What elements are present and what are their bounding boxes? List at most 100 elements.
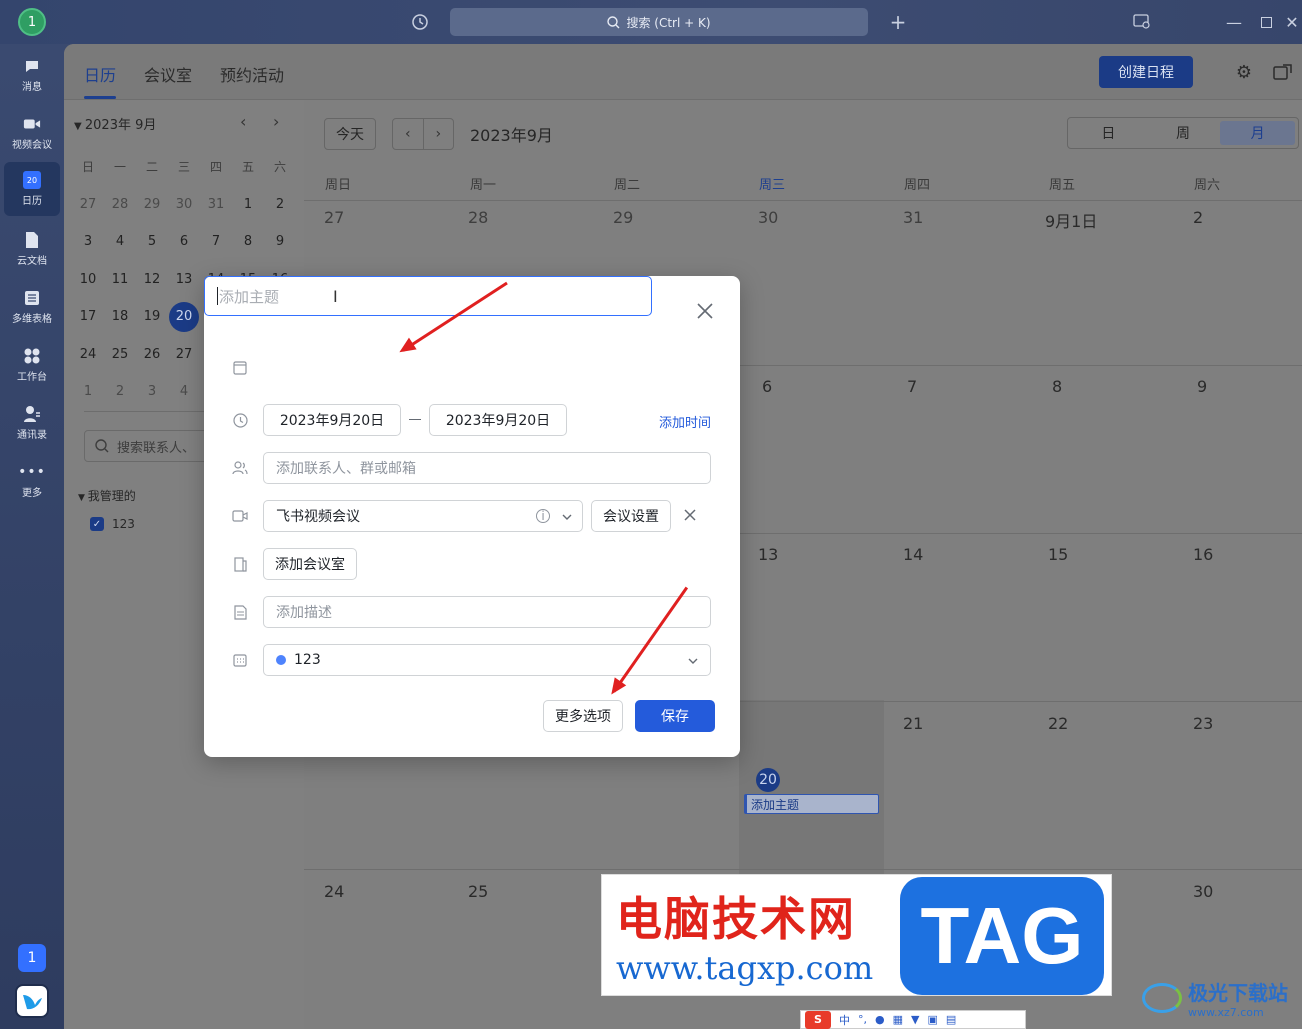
end-date-field[interactable]: 2023年9月20日 <box>429 404 567 436</box>
mini-day[interactable]: 1 <box>72 373 104 411</box>
create-event-button[interactable]: 创建日程 <box>1099 56 1193 88</box>
video-meeting-select[interactable]: 飞书视频会议 i <box>263 500 583 532</box>
day-number[interactable]: 27 <box>324 208 344 227</box>
mini-day[interactable]: 10 <box>72 261 104 299</box>
rail-item-docs[interactable]: 云文档 <box>4 222 60 276</box>
day-number[interactable]: 9 <box>1197 377 1207 396</box>
grid-icon[interactable]: ▤ <box>946 1013 956 1026</box>
info-icon[interactable]: i <box>536 509 550 523</box>
ime-mode[interactable]: 中 <box>839 1012 850 1028</box>
view-week[interactable]: 周 <box>1146 121 1221 145</box>
ime-logo-icon[interactable]: S <box>805 1010 831 1029</box>
gear-icon[interactable]: ⚙ <box>1232 60 1256 84</box>
rail-item-workplace[interactable]: 工作台 <box>4 338 60 392</box>
remove-meeting-icon[interactable] <box>682 507 698 523</box>
event-title-input[interactable]: 添加主题 I <box>204 276 652 316</box>
close-icon[interactable] <box>694 300 716 322</box>
day-number[interactable]: 7 <box>907 377 917 396</box>
mini-day[interactable]: 26 <box>136 336 168 374</box>
rail-item-calendar[interactable]: 20 日历 <box>4 162 60 216</box>
mini-day[interactable]: 30 <box>168 186 200 224</box>
more-options-button[interactable]: 更多选项 <box>543 700 623 732</box>
notification-badge[interactable]: 1 <box>18 944 46 972</box>
day-number[interactable]: 13 <box>758 545 778 564</box>
tools-icon[interactable]: ▣ <box>927 1013 937 1026</box>
add-room-button[interactable]: 添加会议室 <box>263 548 357 580</box>
mini-day[interactable]: 7 <box>200 223 232 261</box>
day-number[interactable]: 23 <box>1193 714 1213 733</box>
microphone-icon[interactable]: ● <box>875 1013 885 1026</box>
mini-day[interactable]: 4 <box>104 223 136 261</box>
rail-item-messages[interactable]: 消息 <box>4 48 60 102</box>
mini-day[interactable]: 8 <box>232 223 264 261</box>
mini-day[interactable]: 9 <box>264 223 296 261</box>
rail-item-more[interactable]: ••• 更多 <box>4 454 60 508</box>
skin-icon[interactable]: ▼ <box>911 1013 919 1026</box>
day-number[interactable]: 22 <box>1048 714 1068 733</box>
day-number[interactable]: 30 <box>1193 882 1213 901</box>
day-number[interactable]: 8 <box>1052 377 1062 396</box>
add-time-link[interactable]: 添加时间 <box>659 412 711 431</box>
mini-day[interactable]: 3 <box>72 223 104 261</box>
day-number[interactable]: 25 <box>468 882 488 901</box>
mini-day[interactable]: 1 <box>232 186 264 224</box>
tab-meeting-rooms[interactable]: 会议室 <box>144 62 192 86</box>
participants-input[interactable]: 添加联系人、群或邮箱 <box>263 452 711 484</box>
mini-day[interactable]: 19 <box>136 298 168 336</box>
next-icon[interactable]: › <box>424 119 454 149</box>
draft-event-chip[interactable]: 添加主题 <box>744 794 879 814</box>
today-button[interactable]: 今天 <box>324 118 376 150</box>
mini-day[interactable]: 2 <box>264 186 296 224</box>
mini-day[interactable]: 17 <box>72 298 104 336</box>
mini-day[interactable]: 6 <box>168 223 200 261</box>
mini-day[interactable]: 3 <box>136 373 168 411</box>
external-window-icon[interactable] <box>1271 60 1295 84</box>
day-number[interactable]: 16 <box>1193 545 1213 564</box>
add-icon[interactable]: + <box>886 10 910 34</box>
mini-day[interactable]: 12 <box>136 261 168 299</box>
meeting-settings-button[interactable]: 会议设置 <box>591 500 671 532</box>
mini-day[interactable]: 27 <box>72 186 104 224</box>
maximize-icon[interactable] <box>1256 10 1276 34</box>
punctuation-icon[interactable]: °, <box>858 1013 867 1026</box>
managed-calendars-heading[interactable]: ▼ 我管理的 <box>78 487 136 504</box>
app-logo-icon[interactable] <box>15 984 49 1018</box>
day-number[interactable]: 6 <box>762 377 772 396</box>
prev-month-icon[interactable]: ‹ <box>240 112 246 131</box>
start-date-field[interactable]: 2023年9月20日 <box>263 404 401 436</box>
mini-day[interactable]: 4 <box>168 373 200 411</box>
day-number[interactable]: 31 <box>903 208 923 227</box>
day-number[interactable]: 2 <box>1193 208 1203 227</box>
mini-day[interactable]: 31 <box>200 186 232 224</box>
history-icon[interactable] <box>408 10 432 34</box>
save-button[interactable]: 保存 <box>635 700 715 732</box>
calendar-list-item[interactable]: ✓ 123 <box>90 517 135 531</box>
mini-day[interactable]: 28 <box>104 186 136 224</box>
day-number[interactable]: 30 <box>758 208 778 227</box>
checkbox-checked-icon[interactable]: ✓ <box>90 517 104 531</box>
rail-item-video[interactable]: 视频会议 <box>4 106 60 160</box>
mini-day[interactable]: 27 <box>168 336 200 374</box>
day-number[interactable]: 21 <box>903 714 923 733</box>
keyboard-icon[interactable]: ▦ <box>893 1013 903 1026</box>
day-number[interactable]: 29 <box>613 208 633 227</box>
notification-icon[interactable] <box>1130 10 1154 34</box>
rail-item-base[interactable]: 多维表格 <box>4 280 60 334</box>
global-search[interactable]: 搜索 (Ctrl + K) <box>450 8 868 36</box>
day-number[interactable]: 24 <box>324 882 344 901</box>
mini-day[interactable]: 24 <box>72 336 104 374</box>
day-number[interactable]: 14 <box>903 545 923 564</box>
view-month[interactable]: 月 <box>1220 121 1296 145</box>
mini-day[interactable]: 29 <box>136 186 168 224</box>
mini-day[interactable]: 2 <box>104 373 136 411</box>
user-avatar[interactable]: 1 <box>18 8 46 36</box>
today-marker[interactable]: 20 <box>756 768 780 792</box>
tab-calendar[interactable]: 日历 <box>84 62 116 86</box>
mini-day[interactable]: 25 <box>104 336 136 374</box>
day-number[interactable]: 15 <box>1048 545 1068 564</box>
day-number[interactable]: 9月1日 <box>1045 208 1097 232</box>
prev-icon[interactable]: ‹ <box>393 119 424 149</box>
mini-day[interactable]: 18 <box>104 298 136 336</box>
minimize-icon[interactable]: — <box>1224 10 1244 34</box>
mini-day[interactable]: 11 <box>104 261 136 299</box>
